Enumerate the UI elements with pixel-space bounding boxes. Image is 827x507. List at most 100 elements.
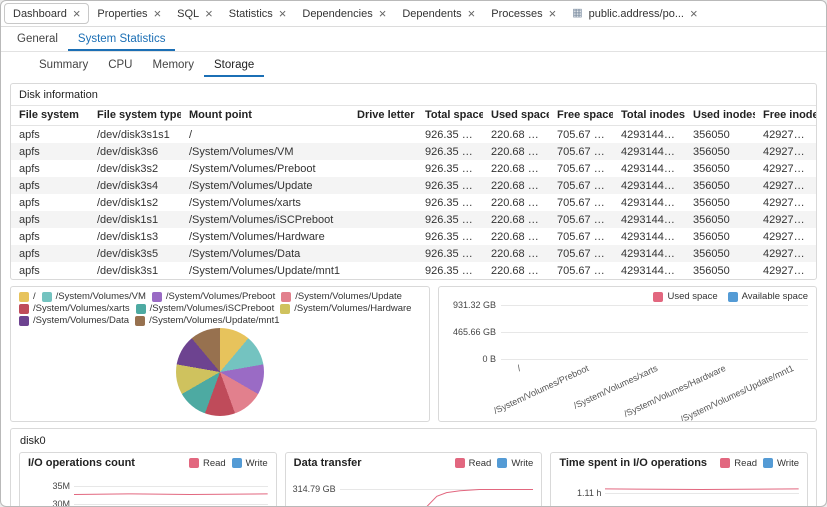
dashboard-subtabs: GeneralSystem Statistics xyxy=(1,27,826,52)
table-row[interactable]: apfs/dev/disk1s1/System/Volumes/iSCPrebo… xyxy=(11,211,816,228)
chart-legend: ReadWrite xyxy=(189,458,268,469)
disk-usage-pie-chart[interactable] xyxy=(176,328,264,416)
legend-swatch xyxy=(42,292,52,302)
bars xyxy=(501,305,808,359)
table-cell: /System/Volumes/Update/mnt1 xyxy=(181,262,349,279)
disk0-title: disk0 xyxy=(20,435,808,447)
table-cell: /System/Volumes/Data xyxy=(181,245,349,262)
table-cell: /dev/disk3s1 xyxy=(89,262,181,279)
tab-dependents[interactable]: Dependents × xyxy=(394,4,483,23)
data-transfer-chart: 314.79 GB xyxy=(294,474,534,507)
table-cell xyxy=(349,143,417,160)
disk0-charts-row: I/O operations count ReadWrite 35M30M Da… xyxy=(19,452,808,507)
table-cell: 705.67 GB xyxy=(549,228,613,245)
legend-label: /System/Volumes/Update xyxy=(295,291,402,302)
close-icon[interactable]: × xyxy=(468,7,476,20)
table-cell: 926.35 GB xyxy=(417,228,483,245)
column-header-mount-point[interactable]: Mount point xyxy=(181,106,349,126)
legend-label: /System/Volumes/Hardware xyxy=(294,303,411,314)
line-chart-svg xyxy=(605,474,799,507)
column-header-free-inodes[interactable]: Free inodes xyxy=(755,106,816,126)
table-cell: 4293144338 xyxy=(613,211,685,228)
table-cell: /dev/disk3s2 xyxy=(89,160,181,177)
table-row[interactable]: apfs/dev/disk3s5/System/Volumes/Data926.… xyxy=(11,245,816,262)
ytick-label: 1.11 h xyxy=(577,488,601,498)
legend-item-write: Write xyxy=(497,458,533,469)
table-row[interactable]: apfs/dev/disk1s2/System/Volumes/xarts926… xyxy=(11,194,816,211)
table-cell: 926.35 GB xyxy=(417,245,483,262)
tab-dependencies[interactable]: Dependencies× xyxy=(294,4,394,23)
table-cell xyxy=(349,160,417,177)
table-cell: 4293144338 xyxy=(613,160,685,177)
table-cell: 705.67 GB xyxy=(549,126,613,144)
table-row[interactable]: apfs/dev/disk3s1s1/926.35 GB220.68 GB705… xyxy=(11,126,816,144)
column-header-total-space[interactable]: Total space xyxy=(417,106,483,126)
column-header-total-inodes[interactable]: Total inodes xyxy=(613,106,685,126)
close-icon[interactable]: × xyxy=(205,7,213,20)
tab-label: public.address/po... xyxy=(589,8,684,20)
disk-table-body: apfs/dev/disk3s1s1/926.35 GB220.68 GB705… xyxy=(11,126,816,280)
table-cell: 705.67 GB xyxy=(549,143,613,160)
table-cell: 356050 xyxy=(685,194,755,211)
close-icon[interactable]: × xyxy=(154,7,162,20)
tab-public-address-po[interactable]: ▦public.address/po...× xyxy=(564,4,705,23)
legend-swatch xyxy=(189,458,199,468)
close-icon[interactable]: × xyxy=(379,7,387,20)
tab-storage[interactable]: Storage xyxy=(204,55,264,77)
table-row[interactable]: apfs/dev/disk3s4/System/Volumes/Update92… xyxy=(11,177,816,194)
disk-information-title: Disk information xyxy=(11,84,816,105)
table-cell: 220.68 GB xyxy=(483,160,549,177)
column-header-used-space[interactable]: Used space xyxy=(483,106,549,126)
legend-swatch xyxy=(497,458,507,468)
table-cell: 4293144338 xyxy=(613,262,685,279)
tab-cpu[interactable]: CPU xyxy=(98,55,142,77)
table-cell: apfs xyxy=(11,160,89,177)
table-cell: apfs xyxy=(11,228,89,245)
table-cell: 356050 xyxy=(685,245,755,262)
column-header-free-space[interactable]: Free space xyxy=(549,106,613,126)
legend-swatch xyxy=(763,458,773,468)
tab-statistics[interactable]: Statistics× xyxy=(221,4,295,23)
chart-plot xyxy=(74,474,268,507)
tab-label: Dependents xyxy=(402,8,461,20)
table-cell: 220.68 GB xyxy=(483,143,549,160)
tab-summary[interactable]: Summary xyxy=(29,55,98,77)
column-header-used-inodes[interactable]: Used inodes xyxy=(685,106,755,126)
table-cell xyxy=(349,245,417,262)
legend-label: /System/Volumes/iSCPreboot xyxy=(150,303,275,314)
table-cell: /dev/disk1s1 xyxy=(89,211,181,228)
line-chart-svg xyxy=(74,474,268,507)
table-cell xyxy=(349,177,417,194)
tab-system-statistics[interactable]: System Statistics xyxy=(68,29,176,51)
legend-swatch xyxy=(135,316,145,326)
bar-legend: Used spaceAvailable space xyxy=(447,291,808,302)
table-cell: 220.68 GB xyxy=(483,177,549,194)
close-icon[interactable]: × xyxy=(279,7,287,20)
tab-dashboard[interactable]: Dashboard× xyxy=(4,3,89,24)
column-header-drive-letter[interactable]: Drive letter xyxy=(349,106,417,126)
close-icon[interactable]: × xyxy=(690,7,698,20)
column-header-file-system-type[interactable]: File system type xyxy=(89,106,181,126)
table-row[interactable]: apfs/dev/disk3s2/System/Volumes/Preboot9… xyxy=(11,160,816,177)
legend-swatch xyxy=(152,292,162,302)
series-line-read xyxy=(74,494,268,495)
tab-properties[interactable]: Properties× xyxy=(89,4,169,23)
legend-item-read: Read xyxy=(455,458,492,469)
table-row[interactable]: apfs/dev/disk1s3/System/Volumes/Hardware… xyxy=(11,228,816,245)
disk-usage-pie-panel: //System/Volumes/VM/System/Volumes/Prebo… xyxy=(10,286,430,422)
column-header-file-system[interactable]: File system xyxy=(11,106,89,126)
tab-general[interactable]: General xyxy=(7,29,68,51)
close-icon[interactable]: × xyxy=(73,7,81,20)
legend-swatch xyxy=(281,292,291,302)
table-cell: /System/Volumes/VM xyxy=(181,143,349,160)
tab-sql[interactable]: SQL× xyxy=(169,4,221,23)
close-icon[interactable]: × xyxy=(549,7,557,20)
tab-processes[interactable]: Processes× xyxy=(483,4,564,23)
chart-plot xyxy=(605,474,799,507)
table-row[interactable]: apfs/dev/disk3s6/System/Volumes/VM926.35… xyxy=(11,143,816,160)
table-cell xyxy=(349,194,417,211)
tab-memory[interactable]: Memory xyxy=(142,55,204,77)
legend-item-root: / xyxy=(19,291,36,302)
table-row[interactable]: apfs/dev/disk3s1/System/Volumes/Update/m… xyxy=(11,262,816,279)
table-cell: /dev/disk3s1s1 xyxy=(89,126,181,144)
